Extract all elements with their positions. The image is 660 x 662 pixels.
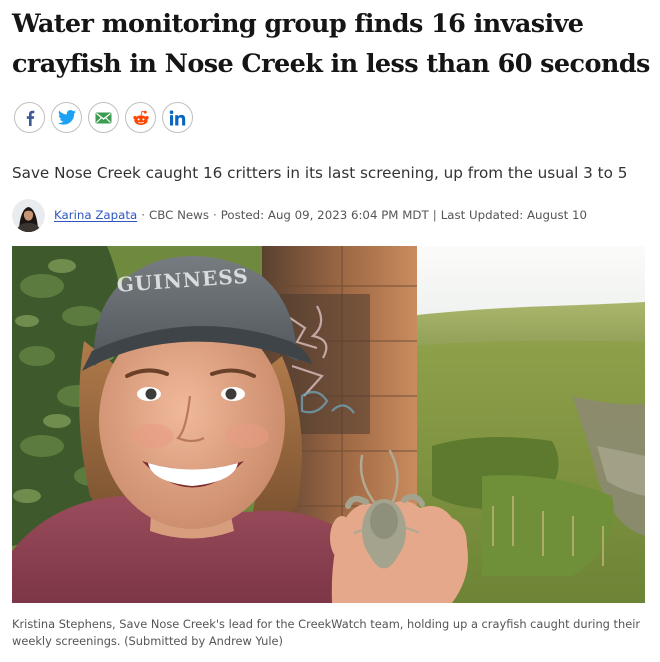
share-facebook-button[interactable] — [14, 102, 45, 133]
reddit-icon — [132, 110, 149, 125]
twitter-icon — [57, 110, 76, 125]
lead-photo: GUINNESS — [12, 246, 645, 603]
share-linkedin-button[interactable] — [162, 102, 193, 133]
linkedin-icon — [169, 109, 186, 125]
share-email-button[interactable] — [88, 102, 119, 133]
share-reddit-button[interactable] — [125, 102, 156, 133]
email-icon — [95, 112, 112, 123]
posted-date: Posted: Aug 09, 2023 6:04 PM MDT — [220, 208, 429, 222]
updated-date: Last Updated: August 10 — [440, 208, 588, 222]
author-avatar — [12, 198, 45, 232]
photo-caption: Kristina Stephens, Save Nose Creek's lea… — [12, 617, 641, 648]
outlet-name: CBC News — [148, 208, 209, 222]
author-link[interactable]: Karina Zapata — [54, 208, 137, 222]
byline: Karina Zapata · CBC News · Posted: Aug 0… — [12, 198, 587, 232]
article-deck: Save Nose Creek caught 16 critters in it… — [12, 164, 628, 182]
byline-separator: · — [141, 208, 145, 222]
facebook-icon — [26, 110, 34, 126]
share-bar — [14, 102, 193, 134]
byline-separator: · — [212, 208, 217, 222]
article-headline: Water monitoring group finds 16 invasive… — [12, 9, 650, 79]
byline-separator: | — [432, 208, 437, 222]
share-twitter-button[interactable] — [51, 102, 82, 133]
